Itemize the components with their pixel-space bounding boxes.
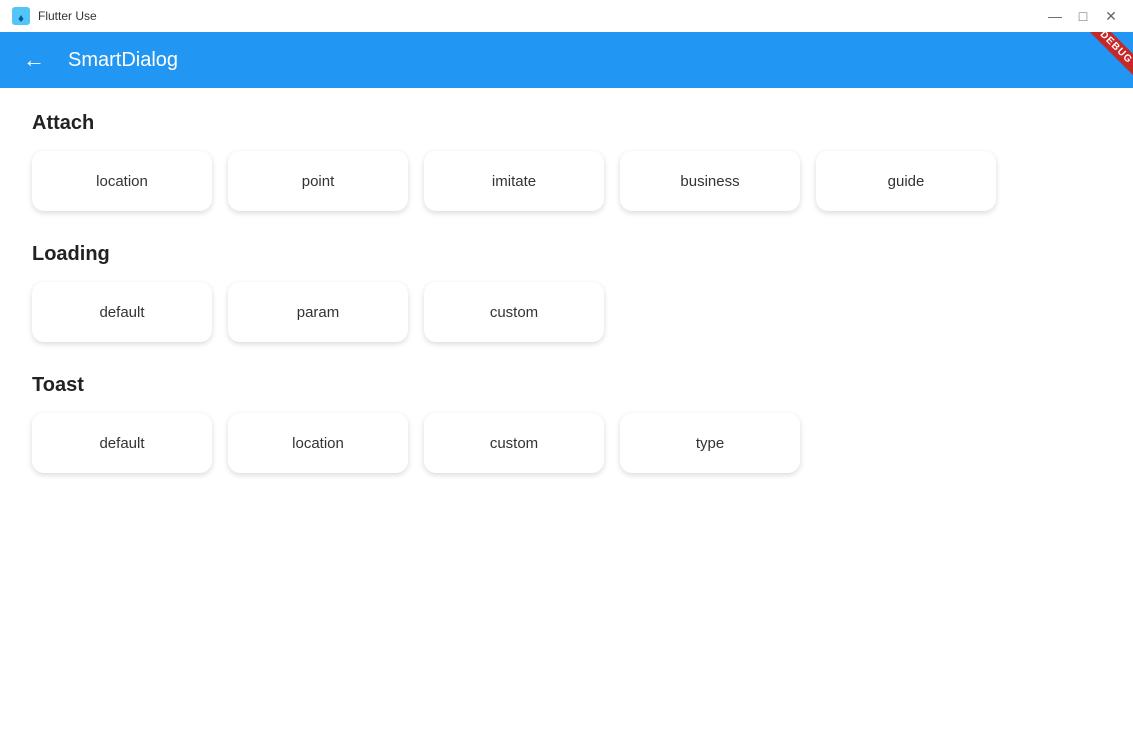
attach-imitate-button[interactable]: imitate [424,151,604,211]
title-bar-controls: — □ ✕ [1045,6,1121,26]
maximize-button[interactable]: □ [1073,6,1093,26]
section-loading-title: Loading [32,243,1101,266]
loading-default-button[interactable]: default [32,282,212,342]
attach-business-button[interactable]: business [620,151,800,211]
loading-custom-button[interactable]: custom [424,282,604,342]
title-bar-left: Flutter Use [12,7,97,25]
debug-corner: DEBUG [1063,32,1133,88]
loading-buttons-grid: default param custom [32,282,1101,342]
section-attach-title: Attach [32,112,1101,135]
title-bar-title: Flutter Use [38,9,97,23]
toast-location-button[interactable]: location [228,413,408,473]
minimize-button[interactable]: — [1045,6,1065,26]
toast-custom-button[interactable]: custom [424,413,604,473]
attach-guide-button[interactable]: guide [816,151,996,211]
back-icon: ← [23,47,45,73]
debug-badge: DEBUG [1086,32,1133,78]
flutter-logo-icon [12,7,30,25]
back-button[interactable]: ← [16,42,52,78]
section-toast-title: Toast [32,374,1101,397]
app-bar: ← SmartDialog DEBUG [0,32,1133,88]
app-bar-title: SmartDialog [68,49,178,72]
attach-point-button[interactable]: point [228,151,408,211]
attach-location-button[interactable]: location [32,151,212,211]
section-attach: Attach location point imitate business g… [32,112,1101,211]
title-bar: Flutter Use — □ ✕ [0,0,1133,32]
loading-param-button[interactable]: param [228,282,408,342]
section-toast: Toast default location custom type [32,374,1101,473]
section-loading: Loading default param custom [32,243,1101,342]
close-button[interactable]: ✕ [1101,6,1121,26]
attach-buttons-grid: location point imitate business guide [32,151,1101,211]
toast-default-button[interactable]: default [32,413,212,473]
toast-type-button[interactable]: type [620,413,800,473]
main-content: Attach location point imitate business g… [0,88,1133,738]
toast-buttons-grid: default location custom type [32,413,1101,473]
